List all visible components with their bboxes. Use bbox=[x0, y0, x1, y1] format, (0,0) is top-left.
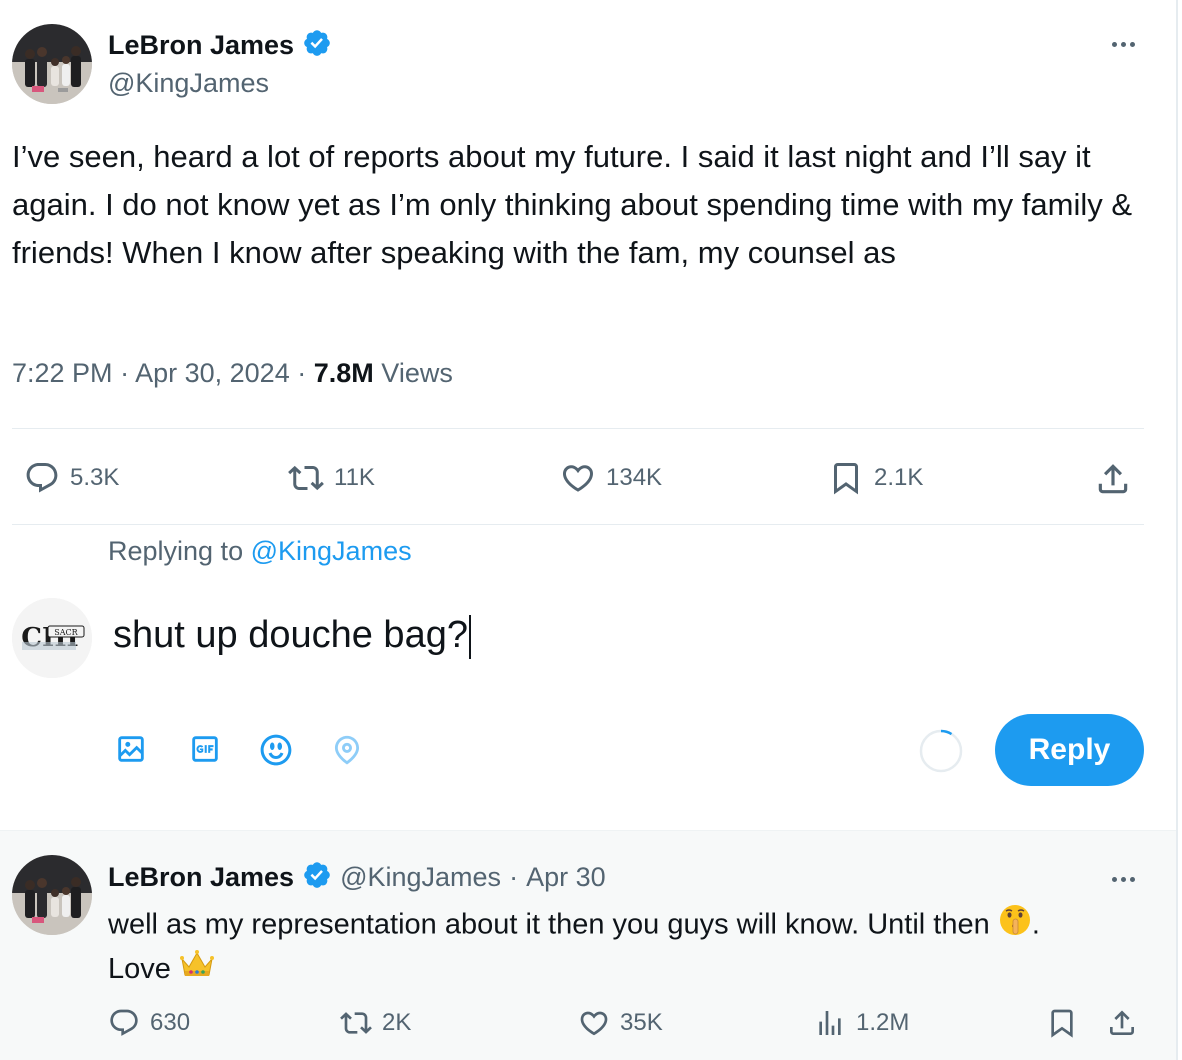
bookmark-icon bbox=[834, 463, 858, 495]
reply-bookmark-action[interactable] bbox=[1046, 1007, 1078, 1039]
column-border bbox=[1176, 0, 1178, 1060]
bookmark-icon bbox=[1051, 1009, 1073, 1038]
views-count: 7.8M bbox=[313, 358, 374, 388]
replying-to-mention[interactable]: @KingJames bbox=[251, 536, 412, 566]
reply-repost-count: 2K bbox=[382, 1009, 412, 1036]
analytics-icon bbox=[819, 1011, 841, 1035]
reply-icon bbox=[26, 463, 58, 493]
repost-icon bbox=[340, 1012, 372, 1034]
divider bbox=[12, 524, 1144, 525]
repost-icon bbox=[288, 465, 324, 491]
reply-reply-count: 630 bbox=[150, 1009, 191, 1036]
reply-text: well as my representation about it then … bbox=[108, 903, 1138, 991]
like-action[interactable]: 134K bbox=[560, 460, 662, 496]
gif-icon bbox=[192, 736, 218, 762]
svg-text:SACR: SACR bbox=[54, 628, 78, 637]
divider bbox=[12, 428, 1144, 429]
reply-author-avatar[interactable] bbox=[12, 855, 92, 935]
heart-icon bbox=[562, 465, 594, 492]
tweet-meta: 7:22 PM · Apr 30, 2024 · 7.8M Views bbox=[12, 358, 453, 388]
reply-author-name[interactable]: LeBron James bbox=[108, 862, 294, 893]
reply-compose-input[interactable]: shut up douche bag? bbox=[113, 614, 471, 659]
bookmark-count: 2.1K bbox=[874, 464, 924, 491]
text-caret bbox=[468, 614, 471, 659]
more-options-icon[interactable] bbox=[1112, 877, 1135, 882]
views-label: Views bbox=[381, 358, 453, 388]
more-options-icon[interactable] bbox=[1112, 42, 1135, 47]
tweet-time[interactable]: 7:22 PM bbox=[12, 358, 113, 388]
author-name[interactable]: LeBron James bbox=[108, 30, 294, 61]
verified-badge-icon bbox=[302, 28, 332, 63]
tweet-text: I’ve seen, heard a lot of reports about … bbox=[12, 139, 1133, 270]
image-icon bbox=[118, 736, 144, 762]
replying-to: Replying to @KingJames bbox=[108, 536, 412, 566]
bookmark-action[interactable]: 2.1K bbox=[828, 460, 923, 496]
reply-like-count: 35K bbox=[620, 1009, 663, 1036]
media-button[interactable] bbox=[114, 732, 148, 766]
share-icon bbox=[1110, 1010, 1134, 1035]
thread-reply[interactable]: LeBron James @KingJames · Apr 30 well as… bbox=[0, 830, 1176, 1060]
emoji-button[interactable] bbox=[258, 732, 294, 768]
location-button[interactable] bbox=[330, 732, 364, 768]
author-avatar[interactable] bbox=[12, 24, 92, 104]
reply-header: LeBron James @KingJames · Apr 30 bbox=[108, 859, 606, 895]
gif-button[interactable] bbox=[188, 732, 222, 766]
reply-author-handle[interactable]: @KingJames bbox=[340, 862, 501, 893]
reply-date[interactable]: Apr 30 bbox=[526, 862, 606, 893]
reply-icon bbox=[110, 1009, 138, 1036]
share-icon bbox=[1098, 464, 1128, 494]
repost-action[interactable]: 11K bbox=[288, 460, 375, 496]
author-handle[interactable]: @KingJames bbox=[108, 68, 332, 99]
verified-badge-icon bbox=[302, 860, 332, 895]
tweet-header: LeBron James @KingJames bbox=[108, 28, 332, 99]
reply-share-action[interactable] bbox=[1106, 1007, 1138, 1039]
reply-count: 5.3K bbox=[70, 464, 120, 491]
reply-like-action[interactable]: 35K bbox=[578, 1007, 663, 1039]
user-avatar[interactable]: CHI SACR bbox=[12, 598, 92, 678]
shushing-face-icon bbox=[998, 903, 1032, 949]
reply-reply-action[interactable]: 630 bbox=[108, 1007, 190, 1039]
reply-views-count: 1.2M bbox=[856, 1009, 910, 1036]
reply-action[interactable]: 5.3K bbox=[24, 460, 119, 496]
reply-views-action[interactable]: 1.2M bbox=[814, 1007, 909, 1039]
repost-count: 11K bbox=[334, 464, 375, 491]
smiley-icon bbox=[260, 734, 292, 766]
location-pin-icon bbox=[334, 735, 360, 765]
reply-submit-button[interactable]: Reply bbox=[995, 714, 1144, 786]
like-count: 134K bbox=[606, 464, 663, 491]
character-count-ring bbox=[918, 728, 964, 779]
tweet-date[interactable]: Apr 30, 2024 bbox=[135, 358, 290, 388]
crown-icon bbox=[179, 949, 215, 991]
heart-icon bbox=[580, 1011, 608, 1036]
share-action[interactable] bbox=[1094, 460, 1132, 498]
reply-repost-action[interactable]: 2K bbox=[340, 1007, 411, 1039]
